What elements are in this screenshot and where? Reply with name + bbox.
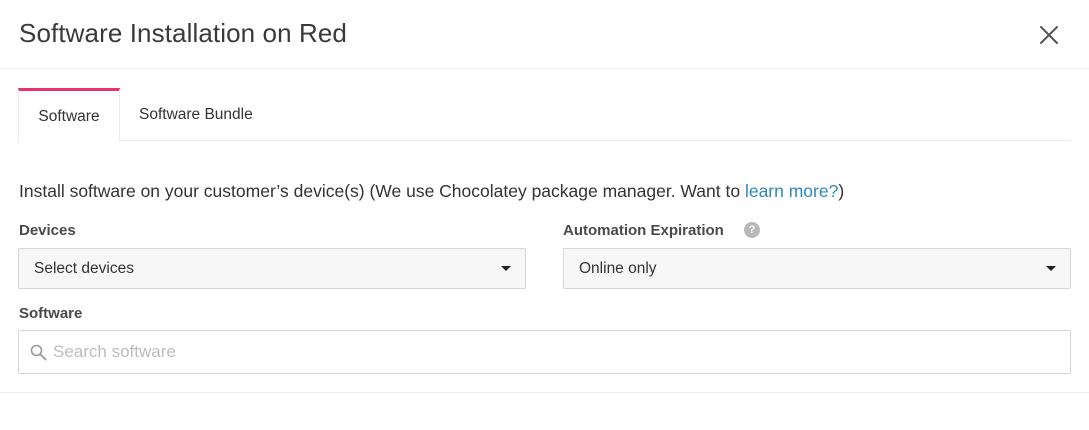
software-search-box[interactable] [18,330,1071,374]
caret-down-icon [501,266,511,271]
software-search-input[interactable] [53,331,1053,373]
automation-expiration-label: Automation Expiration [563,222,724,239]
close-icon [1040,26,1058,44]
devices-select-value: Select devices [34,260,134,277]
help-icon[interactable]: ? [744,222,760,238]
search-icon [30,344,47,361]
caret-down-icon [1046,266,1056,271]
modal-header: Software Installation on Red [0,0,1089,69]
automation-expiration-select[interactable]: Online only [563,248,1071,289]
devices-select[interactable]: Select devices [18,248,526,289]
automation-expiration-value: Online only [579,260,657,277]
software-installation-modal: Software Installation on Red Software So… [0,0,1089,430]
intro-text: Install software on your customer’s devi… [19,181,844,202]
intro-text-suffix: ) [838,181,845,201]
footer-divider [0,392,1089,393]
intro-text-body: Install software on your customer’s devi… [19,181,745,201]
tab-bar: Software Software Bundle [18,88,1071,142]
tab-software[interactable]: Software [18,88,120,142]
modal-title: Software Installation on Red [19,18,347,48]
tab-software-bundle[interactable]: Software Bundle [139,88,253,141]
software-label: Software [19,305,83,322]
devices-label: Devices [19,222,76,239]
close-button[interactable] [1034,20,1064,50]
learn-more-link[interactable]: learn more? [745,181,838,201]
